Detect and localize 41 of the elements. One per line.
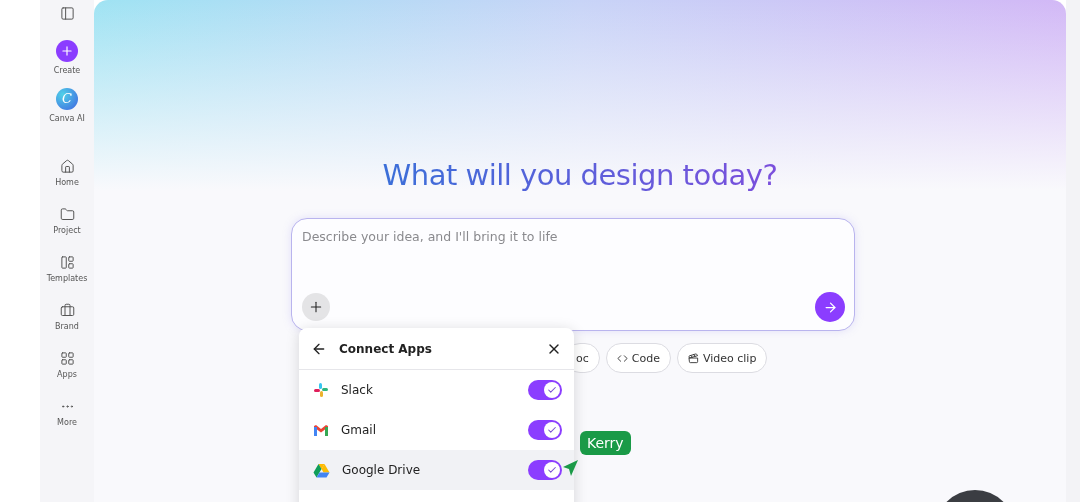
plus-icon <box>308 299 324 315</box>
suggestion-chip[interactable]: Video clip <box>676 343 768 373</box>
prompt-input[interactable]: Describe your idea, and I'll bring it to life <box>302 229 845 244</box>
cursor-icon <box>562 459 580 477</box>
send-button[interactable] <box>815 292 845 322</box>
home-icon <box>59 159 75 174</box>
app-toggle[interactable] <box>528 380 562 400</box>
check-icon <box>547 425 557 435</box>
create-icon <box>56 39 78 62</box>
sidebar-item[interactable]: Templates <box>40 245 94 293</box>
app-toggle[interactable] <box>528 460 562 480</box>
popup-title: Connect Apps <box>339 341 433 356</box>
briefcase-icon <box>59 303 75 318</box>
check-icon <box>547 465 557 475</box>
video-icon <box>687 352 699 364</box>
suggestion-chip[interactable]: Code <box>605 343 671 373</box>
sidebar-item[interactable]: C Canva AI <box>40 81 94 129</box>
sidebar-item[interactable]: Project <box>40 197 94 245</box>
ai-avatar-icon: C <box>56 87 78 110</box>
sidebar-item[interactable]: More <box>40 389 94 437</box>
add-button[interactable] <box>302 293 330 321</box>
app-row[interactable]: Google Drive <box>299 450 574 490</box>
prompt-field[interactable]: Describe your idea, and I'll bring it to life <box>291 218 855 331</box>
slack-icon <box>313 382 329 398</box>
cursor-name-tag: Kerry <box>580 431 631 455</box>
gmail-icon <box>313 423 329 437</box>
drive-icon <box>313 462 330 478</box>
apps-grid-icon <box>59 351 75 366</box>
app-toggle[interactable] <box>528 420 562 440</box>
templates-icon <box>59 255 75 270</box>
sidebar-item[interactable]: Home <box>40 149 94 197</box>
arrow-right-icon <box>822 299 838 315</box>
sidebar-item[interactable]: Create <box>40 33 94 81</box>
check-icon <box>547 385 557 395</box>
sidebar-toggle-icon[interactable] <box>59 6 75 21</box>
folder-icon <box>59 207 75 222</box>
app-row[interactable]: Gmail <box>299 410 574 450</box>
sidebar-item[interactable]: Apps <box>40 341 94 389</box>
app-row[interactable]: Slack <box>299 370 574 410</box>
code-icon <box>616 352 628 364</box>
sidebar-item[interactable]: Brand <box>40 293 94 341</box>
